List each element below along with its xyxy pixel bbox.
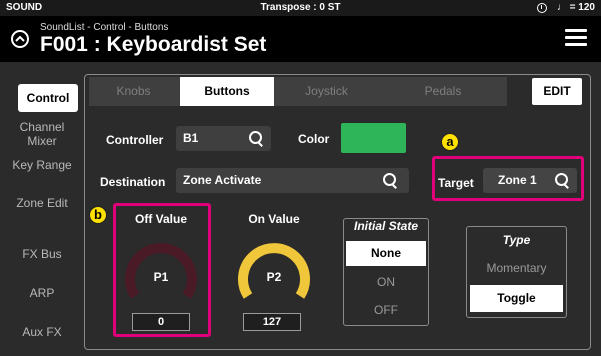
controller-value: B1 [183,131,199,145]
chevron-up-icon [15,35,25,42]
controller-label: Controller [106,133,164,147]
breadcrumb: SoundList - Control - Buttons [40,22,169,33]
header: SoundList - Control - Buttons F001 : Key… [0,16,601,62]
destination-value: Zone Activate [183,173,262,187]
type-momentary[interactable]: Momentary [470,255,563,282]
destination-label: Destination [100,175,166,189]
on-value-knob-text: P2 [267,270,282,284]
tab-bar: Knobs Buttons Joystick Pedals [89,77,507,106]
off-value-label: Off Value [134,212,187,226]
color-label: Color [298,132,330,146]
type-toggle[interactable]: Toggle [470,285,563,312]
highlight-target [432,156,584,201]
on-value-field[interactable]: 127 [243,313,301,331]
off-value-knob[interactable]: P1 [121,234,201,310]
metronome-icon[interactable] [536,3,547,13]
back-button[interactable] [11,30,29,48]
initial-state-none[interactable]: None [346,241,426,266]
off-value-field[interactable]: 0 [132,313,190,331]
type-title: Type [502,233,531,247]
status-tempo: ♩ = 120 [556,2,595,13]
menu-icon[interactable] [565,29,587,47]
page-title: F001 : Keyboardist Set [40,33,267,56]
initial-state-title: Initial State [353,219,418,233]
initial-state-off[interactable]: OFF [346,298,426,323]
color-swatch[interactable] [341,123,406,153]
tab-joystick[interactable]: Joystick [276,77,377,106]
status-transpose: Transpose : 0 ST [260,2,341,13]
on-value-knob[interactable]: P2 [234,234,314,310]
tab-pedals[interactable]: Pedals [379,77,507,106]
status-right: ♩ = 120 [536,0,595,16]
on-value-label: On Value [248,212,300,226]
callout-a: a [441,133,459,151]
callout-b: b [89,206,107,224]
edit-button[interactable]: EDIT [532,78,582,105]
search-icon [249,131,263,145]
destination-field[interactable]: Zone Activate [176,168,409,193]
initial-state-on[interactable]: ON [346,270,426,295]
search-icon [383,173,397,187]
tab-buttons[interactable]: Buttons [180,77,274,106]
controller-field[interactable]: B1 [176,126,271,151]
tab-knobs[interactable]: Knobs [89,77,178,106]
off-value-knob-text: P1 [154,270,169,284]
status-bar: SOUND Transpose : 0 ST ♩ = 120 [0,0,601,16]
